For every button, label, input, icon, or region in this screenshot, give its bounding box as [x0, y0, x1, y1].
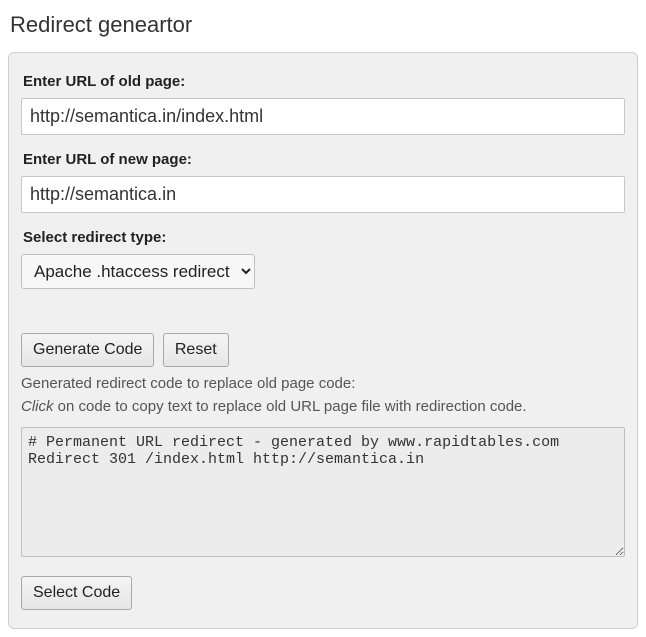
reset-button[interactable]: Reset: [163, 333, 229, 367]
redirect-type-label: Select redirect type:: [23, 229, 625, 246]
generated-hint-2: Click on code to copy text to replace ol…: [21, 398, 625, 415]
generated-hint-1: Generated redirect code to replace old p…: [21, 375, 625, 392]
new-url-input[interactable]: [21, 176, 625, 213]
old-url-input[interactable]: [21, 98, 625, 135]
select-code-button[interactable]: Select Code: [21, 576, 132, 610]
redirect-type-select[interactable]: Apache .htaccess redirect: [21, 254, 255, 289]
new-url-label: Enter URL of new page:: [23, 151, 625, 168]
generate-code-button[interactable]: Generate Code: [21, 333, 154, 367]
old-url-label: Enter URL of old page:: [23, 73, 625, 90]
page-title: Redirect geneartor: [10, 12, 638, 38]
click-emphasis: Click: [21, 398, 54, 415]
output-code-textarea[interactable]: [21, 427, 625, 557]
redirect-form-panel: Enter URL of old page: Enter URL of new …: [8, 52, 638, 629]
hint2-rest: on code to copy text to replace old URL …: [54, 398, 527, 415]
